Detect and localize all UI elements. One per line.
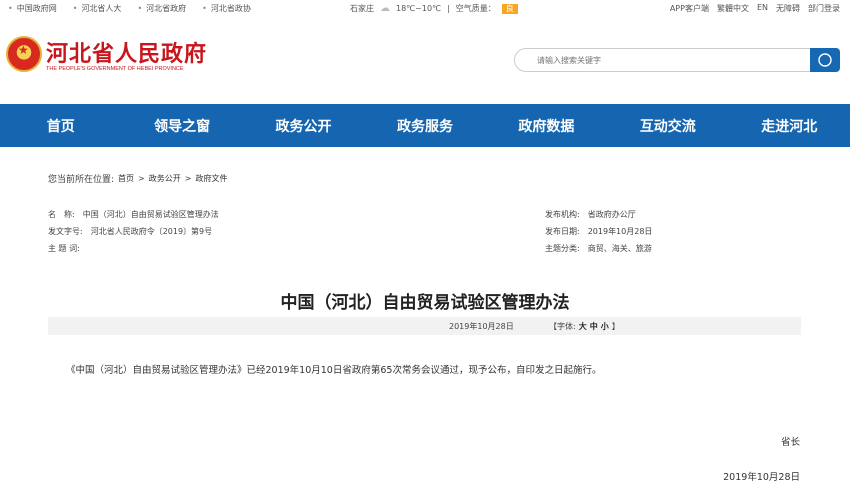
nav-item-gov-affairs-open[interactable]: 政务公开	[243, 104, 364, 147]
article-title: 中国（河北）自由贸易试验区管理办法	[280, 293, 570, 313]
meta-docno-label: 发文字号:	[48, 227, 83, 236]
top-bar: 中国政府网 河北省人大 河北省政府 河北省政协 石家庄 ☁ 18℃~10℃ | …	[0, 0, 850, 16]
breadcrumb-separator: >	[184, 174, 192, 183]
meta-pubdate-row: 发布日期: 2019年10月28日	[545, 226, 652, 237]
meta-name-row: 名 称: 中国（河北）自由贸易试验区管理办法	[48, 209, 219, 220]
meta-publisher-value: 省政府办公厅	[587, 210, 636, 219]
top-links: 中国政府网 河北省人大 河北省政府 河北省政协	[8, 3, 251, 14]
breadcrumb-label: 您当前所在位置:	[48, 175, 115, 185]
site-title[interactable]: 河北省人民政府	[46, 36, 207, 68]
meta-category-row: 主题分类: 商贸、海关、旅游	[545, 243, 652, 254]
meta-name-label: 名 称:	[48, 210, 75, 219]
breadcrumb-home[interactable]: 首页	[118, 173, 134, 184]
weather-city: 石家庄	[350, 4, 374, 13]
search-input[interactable]	[515, 49, 811, 71]
weather-widget: 石家庄 ☁ 18℃~10℃ | 空气质量： 良	[350, 3, 518, 14]
font-large-button[interactable]: 大	[579, 321, 587, 332]
nav-item-interaction[interactable]: 互动交流	[607, 104, 728, 147]
nav-item-leaders[interactable]: 领导之窗	[121, 104, 242, 147]
font-small-button[interactable]: 小	[601, 321, 609, 332]
meta-category-value: 商贸、海关、旅游	[587, 244, 652, 253]
search-icon	[818, 53, 832, 67]
breadcrumb-separator: >	[138, 174, 145, 183]
top-link-hebei-cppcc[interactable]: 河北省政协	[202, 3, 251, 14]
nav-item-about-hebei[interactable]: 走进河北	[729, 104, 850, 147]
weather-temp: 18℃~10℃	[396, 4, 442, 13]
breadcrumb-gov-affairs-open[interactable]: 政务公开	[149, 173, 181, 184]
utility-links: APP客户端 繁體中文 EN 无障碍 部门登录	[670, 3, 840, 14]
font-medium-button[interactable]: 中	[590, 321, 598, 332]
font-size-label: 【字体:	[549, 322, 576, 331]
meta-category-label: 主题分类:	[545, 244, 580, 253]
traditional-chinese-link[interactable]: 繁體中文	[717, 3, 749, 14]
nav-item-home[interactable]: 首页	[0, 104, 121, 147]
department-login-link[interactable]: 部门登录	[808, 3, 840, 14]
weather-separator: |	[447, 4, 450, 13]
meta-name-value: 中国（河北）自由贸易试验区管理办法	[82, 210, 219, 219]
air-quality-badge: 良	[501, 3, 518, 14]
font-size-close-bracket: 】	[611, 322, 620, 331]
app-client-link[interactable]: APP客户端	[670, 3, 709, 14]
article-body: 《中国（河北）自由贸易试验区管理办法》已经2019年10月10日省政府第65次常…	[66, 365, 602, 376]
cloud-icon: ☁	[380, 2, 390, 14]
meta-docno-row: 发文字号: 河北省人民政府令〔2019〕第9号	[48, 226, 212, 237]
air-quality-label: 空气质量：	[455, 4, 496, 13]
national-emblem-icon[interactable]	[6, 36, 42, 72]
english-link[interactable]: EN	[757, 3, 768, 14]
meta-publisher-label: 发布机构:	[545, 210, 580, 219]
nav-item-gov-services[interactable]: 政务服务	[364, 104, 485, 147]
site-header: 河北省人民政府 THE PEOPLE'S GOVERNMENT OF HEBEI…	[0, 16, 850, 104]
meta-pubdate-value: 2019年10月28日	[587, 227, 653, 236]
meta-pubdate-label: 发布日期:	[545, 227, 580, 236]
top-link-hebei-gov[interactable]: 河北省政府	[137, 3, 186, 14]
article-signer: 省长	[780, 437, 800, 448]
breadcrumb: 您当前所在位置: 首页 > 政务公开 > 政府文件	[48, 172, 227, 185]
top-link-gov-cn[interactable]: 中国政府网	[8, 3, 57, 14]
search-button[interactable]	[810, 48, 840, 72]
meta-docno-value: 河北省人民政府令〔2019〕第9号	[90, 227, 213, 236]
breadcrumb-gov-documents[interactable]: 政府文件	[195, 173, 227, 184]
top-link-hebei-npc[interactable]: 河北省人大	[73, 3, 121, 14]
article-date: 2019年10月28日	[449, 322, 514, 331]
search-box	[514, 48, 812, 72]
site-subtitle: THE PEOPLE'S GOVERNMENT OF HEBEI PROVINC…	[46, 66, 184, 72]
meta-keywords-label: 主 题 词:	[48, 244, 80, 253]
meta-keywords-row: 主 题 词:	[48, 243, 88, 254]
article-info-bar: 2019年10月28日 【字体: 大 中 小 】	[48, 317, 801, 335]
nav-item-gov-data[interactable]: 政府数据	[486, 104, 607, 147]
font-size-control: 【字体: 大 中 小 】	[549, 321, 620, 332]
meta-publisher-row: 发布机构: 省政府办公厅	[545, 209, 636, 220]
article-sign-date: 2019年10月28日	[723, 472, 800, 483]
accessibility-link[interactable]: 无障碍	[776, 3, 800, 14]
main-nav: 首页 领导之窗 政务公开 政务服务 政府数据 互动交流 走进河北	[0, 104, 850, 147]
